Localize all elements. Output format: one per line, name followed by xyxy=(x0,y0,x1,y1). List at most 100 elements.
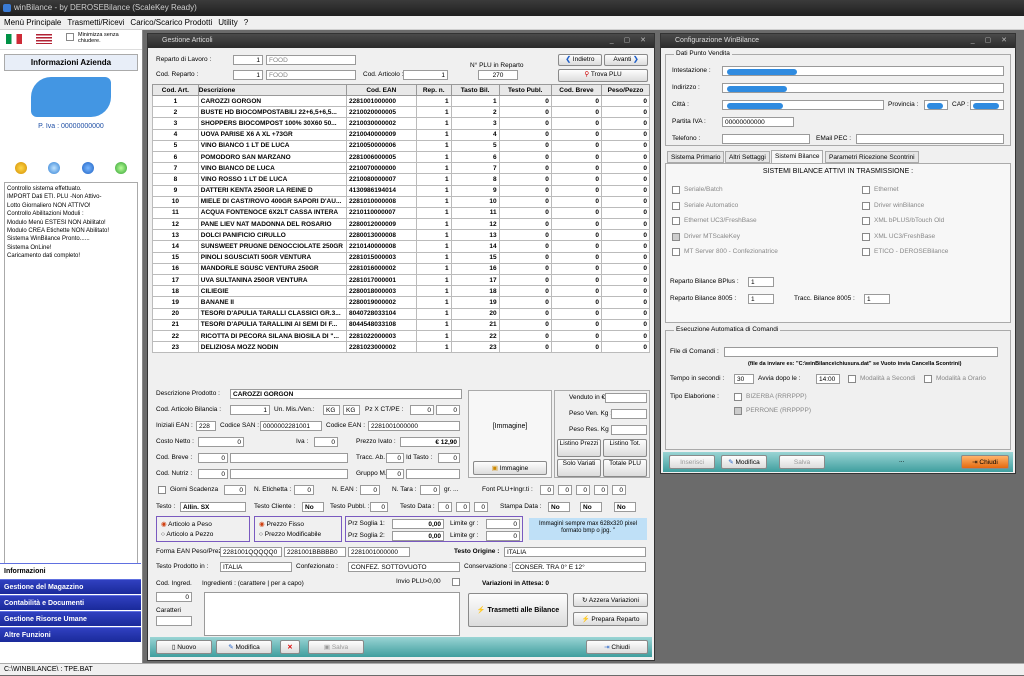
limite1-field[interactable]: 0 xyxy=(486,519,520,529)
table-row[interactable]: 14 SUNSWEET PRUGNE DENOCCIOLATE 250GR 2210… xyxy=(152,240,650,253)
table-row[interactable]: 17 UVA SULTANINA 250GR VENTURA 22810170000… xyxy=(152,273,650,287)
invio-checkbox[interactable] xyxy=(452,578,460,586)
totale-plu-button[interactable]: Totale PLU xyxy=(603,459,647,477)
tdata-field[interactable]: 0 xyxy=(456,502,470,512)
radio-peso[interactable]: ◉ Articolo a Peso xyxy=(161,520,212,528)
avanti-button[interactable]: Avanti ❯ xyxy=(604,54,648,66)
table-row[interactable]: 22 RICOTTA DI PECORA SILANA BIOSILA DI ".… xyxy=(152,329,650,343)
breve-field[interactable]: 0 xyxy=(198,453,228,463)
table-row[interactable]: 11 ACQUA FONTENOCE 6X2LT CASSA INTERA 2210… xyxy=(152,206,650,220)
system-checkbox[interactable] xyxy=(862,186,870,194)
tcliente-select[interactable]: No xyxy=(302,502,324,512)
listino-prezzi-button[interactable]: Listino Prezzi xyxy=(557,439,601,457)
nav-magazzino[interactable]: Gestione del Magazzino xyxy=(0,579,141,594)
citta-field[interactable] xyxy=(722,100,884,110)
tab-altri-settaggi[interactable]: Altri Settaggi xyxy=(725,151,770,163)
system-checkbox[interactable] xyxy=(672,201,680,210)
table-row[interactable]: 8 VINO ROSSO 1 LT DE LUCA 2210080000007 1 8 0… xyxy=(152,173,650,186)
system-checkbox[interactable] xyxy=(672,232,680,241)
b8005-field[interactable]: 1 xyxy=(748,294,774,304)
table-row[interactable]: 2 BUSTE HD BIOCOMPOSTABILI 22+6,5+6,5... 2… xyxy=(152,106,650,119)
codbil-field[interactable]: 1 xyxy=(230,405,270,415)
menu-help[interactable]: ? xyxy=(244,18,248,27)
origine-field[interactable]: ITALIA xyxy=(504,547,646,557)
radio-pezzo[interactable]: ○ Articolo a Pezzo xyxy=(161,531,213,538)
ean-field[interactable]: 2281001000000 xyxy=(368,421,460,431)
nav-altre-funzioni[interactable]: Altre Funzioni xyxy=(0,627,141,642)
conserv-field[interactable]: CONSER. TRA 0° E 12° xyxy=(512,562,646,572)
inserisci-button[interactable]: Inserisci xyxy=(669,455,715,469)
ingred-code-field[interactable]: 0 xyxy=(156,592,192,602)
confez-field[interactable]: CONFEZ. SOTTOVUOTO xyxy=(348,562,460,572)
telefono-field[interactable] xyxy=(722,134,810,144)
window-controls[interactable]: _ ▢ ✕ xyxy=(610,34,650,48)
col-peso[interactable]: Peso/Pezzo xyxy=(601,84,650,96)
system-checkbox[interactable] xyxy=(672,248,680,256)
trasmetti-button[interactable]: ⚡ Trasmetti alle Bilance xyxy=(468,593,568,627)
soglia1-field[interactable]: 0,00 xyxy=(392,519,444,529)
neti-field[interactable]: 0 xyxy=(294,485,314,495)
iniziali-field[interactable]: 228 xyxy=(196,421,216,431)
azzera-button[interactable]: ↻ Azzera Variazioni xyxy=(573,593,648,607)
table-row[interactable]: 1 CAROZZI GORGON 2281001000000 1 1 0 0 0 xyxy=(152,94,650,108)
modifica-button[interactable]: ✎ Modifica xyxy=(216,640,272,654)
tempo-field[interactable]: 30 xyxy=(734,374,754,384)
tab-sistemi-bilance[interactable]: Sistemi Bilance xyxy=(771,150,824,163)
col-breve[interactable]: Cod. Breve xyxy=(550,84,603,96)
testo-select[interactable]: Allin. SX xyxy=(180,502,246,512)
tracc-field[interactable]: 0 xyxy=(386,453,404,463)
col-rep[interactable]: Rep. n. xyxy=(415,84,452,96)
tpubbl-field[interactable]: 0 xyxy=(370,502,388,512)
table-row[interactable]: 21 TESORI D'APULIA TARALLINI AI SEMI DI F… xyxy=(152,318,650,331)
menu-carico[interactable]: Carico/Scarico Prodotti xyxy=(130,18,212,27)
radio-fisso[interactable]: ◉ Prezzo Fisso xyxy=(259,520,304,528)
stampa-select[interactable]: No xyxy=(614,502,636,512)
prezzo-field[interactable]: € 12,90 xyxy=(400,437,460,447)
listino-tot-button[interactable]: Listino Tot. xyxy=(603,439,647,457)
ingredients-textarea[interactable] xyxy=(204,592,460,636)
config-modifica-button[interactable]: ✎ Modifica xyxy=(721,455,767,469)
codrep-num-field[interactable]: 1 xyxy=(233,70,263,80)
col-ean[interactable]: Cod. EAN xyxy=(345,84,417,96)
mod-sec-checkbox[interactable] xyxy=(848,375,856,383)
system-checkbox[interactable] xyxy=(672,217,680,225)
table-row[interactable]: 13 DOLCI PANIFICIO CIRULLO 2280013000008 1 1… xyxy=(152,229,650,242)
menu-trasmetti[interactable]: Trasmetti/Ricevi xyxy=(67,18,124,27)
unmis1-field[interactable]: KG xyxy=(323,405,340,415)
limite2-field[interactable]: 0 xyxy=(486,531,520,541)
table-row[interactable]: 23 DELIZIOSA MOZZ NODIN 2281023000002 1 23 0 0… xyxy=(152,341,650,354)
table-row[interactable]: 6 POMODORO SAN MARZANO 2281006000005 1 6 0 0 0 xyxy=(152,150,650,164)
nuovo-button[interactable]: ▯ Nuovo xyxy=(156,640,212,654)
window-controls[interactable]: _ ▢ ✕ xyxy=(971,34,1011,48)
col-descrizione[interactable]: Descrizione xyxy=(197,84,347,96)
table-row[interactable]: 18 CILIEGIE 2280018000003 1 18 0 0 0 xyxy=(152,285,650,298)
giorni-checkbox[interactable] xyxy=(158,486,166,494)
gruppo-field[interactable]: 0 xyxy=(386,469,404,479)
table-row[interactable]: 15 PINOLI SGUSCIATI 50GR VENTURA 228101500… xyxy=(152,251,650,264)
nav-informazioni[interactable]: Informazioni xyxy=(0,563,141,578)
config-salva-button[interactable]: Salva xyxy=(779,455,825,469)
tdata-field[interactable]: 0 xyxy=(474,502,488,512)
table-row[interactable]: 20 TESORI D'APULIA TARALLI CLASSICI GR.3.… xyxy=(152,307,650,320)
intestazione-field[interactable] xyxy=(722,66,1004,76)
table-row[interactable]: 19 BANANE II 2280019000002 1 19 0 0 0 xyxy=(152,296,650,309)
stampa-select[interactable]: No xyxy=(580,502,602,512)
menu-utility[interactable]: Utility xyxy=(218,18,238,27)
col-testo[interactable]: Testo Publ. xyxy=(498,84,552,96)
tab-parametri-scontrini[interactable]: Parametri Ricezione Scontrini xyxy=(825,151,919,163)
bizerba-checkbox[interactable] xyxy=(734,393,742,401)
help-icon[interactable] xyxy=(81,162,94,174)
network-icon[interactable] xyxy=(115,162,128,174)
partita-field[interactable]: 00000000000 xyxy=(722,117,794,127)
config-chiudi-button[interactable]: ⇥ Chiudi xyxy=(961,455,1009,469)
table-row[interactable]: 16 MANDORLE SGUSC VENTURA 250GR 2281016000… xyxy=(152,262,650,276)
iva-field[interactable]: 0 xyxy=(314,437,338,447)
perrone-checkbox[interactable] xyxy=(734,407,742,415)
forma-field[interactable]: 2281001BBBBB0 xyxy=(284,547,346,557)
minimize-checkbox[interactable] xyxy=(66,33,74,41)
idtasto-field[interactable]: 0 xyxy=(438,453,460,463)
indirizzo-field[interactable] xyxy=(722,83,1004,93)
ntara-field[interactable]: 0 xyxy=(420,485,440,495)
font-field[interactable]: 0 xyxy=(540,485,554,495)
prepara-button[interactable]: ⚡ Prepara Reparto xyxy=(573,612,648,626)
